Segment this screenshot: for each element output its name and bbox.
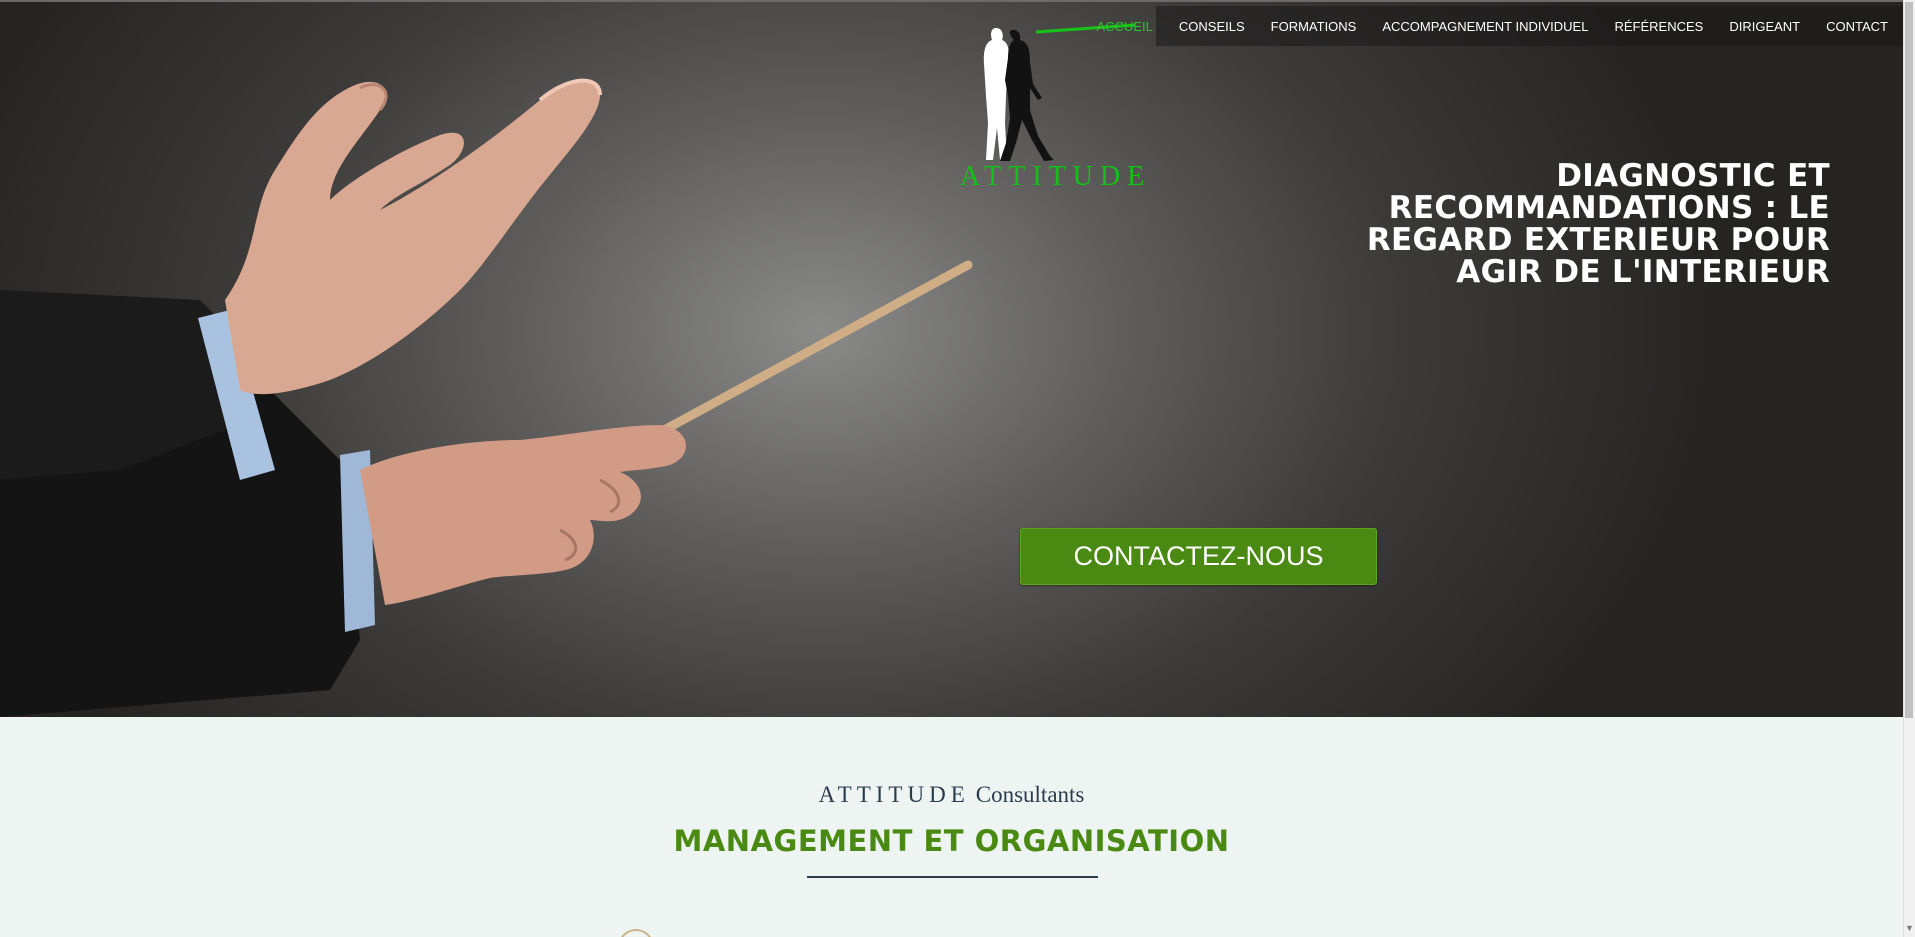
section-title: MANAGEMENT ET ORGANISATION — [673, 824, 1230, 858]
nav-item-conseils[interactable]: CONSEILS — [1179, 19, 1245, 34]
main-nav: ACCUEIL CONSEILS FORMATIONS ACCOMPAGNEME… — [1097, 6, 1903, 46]
brand-name: ATTITUDE — [818, 782, 970, 807]
intro-section: ATTITUDE Consultants MANAGEMENT ET ORGANI… — [0, 717, 1903, 937]
headline-line: DIAGNOSTIC ET — [1556, 158, 1830, 194]
brand-suffix: Consultants — [975, 782, 1085, 807]
nav-item-accompagnement-individuel[interactable]: ACCOMPAGNEMENT INDIVIDUEL — [1382, 19, 1588, 34]
scrollbar-thumb[interactable] — [1905, 2, 1913, 718]
scroll-down-arrow-icon[interactable]: ▼ — [1905, 922, 1914, 934]
brand-subtitle: ATTITUDE Consultants — [0, 782, 1903, 808]
headline-line: RECOMMANDATIONS : LE — [1388, 190, 1830, 226]
headline-line: REGARD EXTERIEUR POUR — [1366, 222, 1830, 258]
partial-circle-icon — [618, 929, 654, 937]
contact-us-button[interactable]: CONTACTEZ-NOUS — [1020, 528, 1377, 585]
divider — [807, 876, 1098, 878]
nav-item-dirigeant[interactable]: DIRIGEANT — [1729, 19, 1800, 34]
logo-text[interactable]: ATTITUDE — [960, 161, 1144, 193]
nav-item-formations[interactable]: FORMATIONS — [1271, 19, 1357, 34]
nav-item-accueil[interactable]: ACCUEIL — [1097, 19, 1153, 34]
hero-banner: ATTITUDE ACCUEIL CONSEILS FORMATIONS ACC… — [0, 0, 1903, 717]
headline-line: AGIR DE L'INTERIEUR — [1456, 254, 1830, 290]
hero-headline: DIAGNOSTIC ET RECOMMANDATIONS : LE REGAR… — [1270, 160, 1830, 288]
nav-item-contact[interactable]: CONTACT — [1826, 19, 1888, 34]
nav-item-references[interactable]: RÉFÉRENCES — [1614, 19, 1703, 34]
